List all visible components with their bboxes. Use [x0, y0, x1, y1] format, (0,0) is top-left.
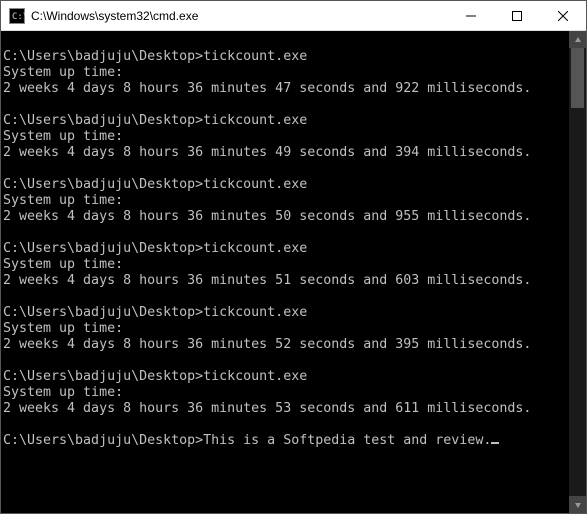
maximize-button[interactable]: [494, 1, 540, 30]
window-titlebar[interactable]: C:\ C:\Windows\system32\cmd.exe: [1, 1, 586, 31]
window-title: C:\Windows\system32\cmd.exe: [31, 9, 448, 23]
scroll-track[interactable]: [569, 48, 586, 496]
console-area: C:\Users\badjuju\Desktop>tickcount.exe S…: [1, 31, 586, 513]
vertical-scrollbar[interactable]: [569, 31, 586, 513]
scroll-down-button[interactable]: [569, 496, 586, 513]
cmd-icon: C:\: [9, 8, 25, 24]
close-button[interactable]: [540, 1, 586, 30]
scroll-thumb[interactable]: [571, 48, 584, 108]
scroll-up-button[interactable]: [569, 31, 586, 48]
text-cursor: [491, 442, 499, 444]
console-output[interactable]: C:\Users\badjuju\Desktop>tickcount.exe S…: [1, 31, 586, 513]
svg-text:C:\: C:\: [12, 12, 25, 22]
minimize-button[interactable]: [448, 1, 494, 30]
